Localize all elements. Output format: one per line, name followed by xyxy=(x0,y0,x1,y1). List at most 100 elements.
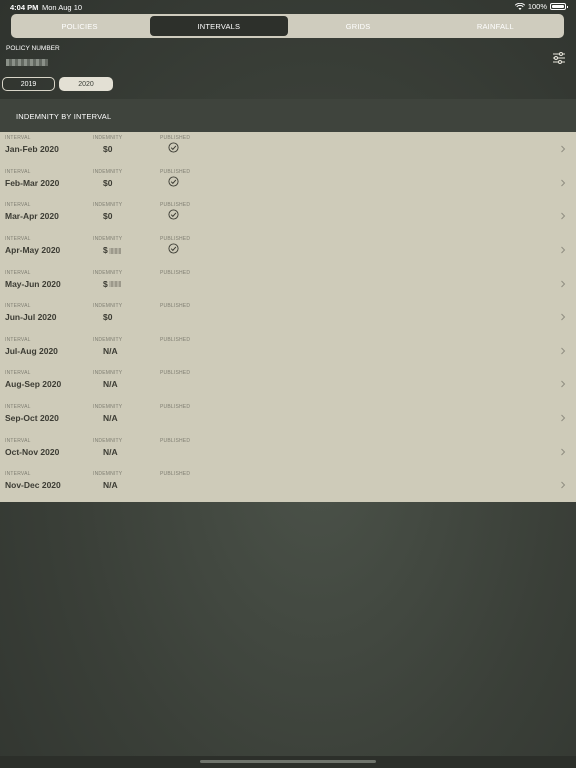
published-column-label: PUBLISHED xyxy=(160,404,191,410)
status-bar: 4:04 PM Mon Aug 10 100% xyxy=(0,0,576,14)
indemnity-amount: N/A xyxy=(103,345,118,356)
interval-column-label: INTERVAL xyxy=(5,168,31,175)
interval-value: Jul-Aug 2020 xyxy=(5,345,58,356)
indemnity-amount: $ xyxy=(103,278,108,289)
published-column-label: PUBLISHED xyxy=(160,370,191,377)
table-row[interactable]: INTERVAL INDEMNITY PUBLISHED Mar-Apr 2020 $0 xyxy=(0,199,576,233)
indemnity-column-label: INDEMNITY xyxy=(93,202,123,209)
indemnity-value: $ xyxy=(103,245,121,255)
table-row[interactable]: INTERVAL INDEMNITY PUBLISHED Aug-Sep 2020 N/… xyxy=(0,367,576,401)
published-column-label: PUBLISHED xyxy=(160,135,191,141)
indemnity-value: $0 xyxy=(103,144,112,154)
table-row[interactable]: INTERVAL INDEMNITY PUBLISHED Jul-Aug 2020 N/… xyxy=(0,334,576,368)
interval-column-label: INTERVAL xyxy=(5,303,31,310)
table-row[interactable]: INTERVAL INDEMNITY PUBLISHED Feb-Mar 2020 $0 xyxy=(0,166,576,200)
indemnity-value: $0 xyxy=(103,211,112,221)
indemnity-redacted xyxy=(108,247,121,254)
interval-column-label: INTERVAL xyxy=(5,404,31,410)
indemnity-column-label: INDEMNITY xyxy=(93,269,123,276)
tab-grids[interactable]: GRIDS xyxy=(290,14,427,38)
indemnity-value: $0 xyxy=(103,312,112,322)
indemnity-column-label: INDEMNITY xyxy=(93,235,123,242)
indemnity-value: $ xyxy=(103,279,121,289)
indemnity-amount: $0 xyxy=(103,312,113,323)
interval-value: Aug-Sep 2020 xyxy=(5,379,62,390)
indemnity-column-label: INDEMNITY xyxy=(93,168,123,175)
check-circle-icon xyxy=(168,142,179,155)
interval-value: Feb-Mar 2020 xyxy=(5,177,60,188)
year-button-2019[interactable]: 2019 xyxy=(2,77,55,91)
interval-column-label: INTERVAL xyxy=(5,135,31,141)
table-row[interactable]: INTERVAL INDEMNITY PUBLISHED Oct-Nov 2020 N/… xyxy=(0,435,576,469)
check-circle-icon xyxy=(168,243,179,256)
year-selector: 2019 2020 xyxy=(2,77,113,91)
section-header: INDEMNITY BY INTERVAL xyxy=(0,99,576,132)
published-column-label: PUBLISHED xyxy=(160,303,191,310)
published-column-label: PUBLISHED xyxy=(160,202,191,209)
main-tabs: POLICIES INTERVALS GRIDS RAINFALL xyxy=(11,14,564,38)
tab-intervals[interactable]: INTERVALS xyxy=(150,16,288,36)
interval-table: INTERVAL INDEMNITY PUBLISHED Jan-Feb 2020 $0… xyxy=(0,132,576,502)
table-row[interactable]: INTERVAL INDEMNITY PUBLISHED Apr-May 2020 $ xyxy=(0,233,576,267)
indemnity-redacted xyxy=(108,281,121,288)
indemnity-column-label: INDEMNITY xyxy=(93,370,123,377)
wifi-icon xyxy=(514,2,525,10)
interval-value: Apr-May 2020 xyxy=(5,244,61,255)
indemnity-column-label: INDEMNITY xyxy=(93,471,123,478)
interval-column-label: INTERVAL xyxy=(5,202,31,209)
interval-value: May-Jun 2020 xyxy=(5,278,61,289)
indemnity-amount: $0 xyxy=(103,211,113,222)
interval-value: Mar-Apr 2020 xyxy=(5,211,59,222)
indemnity-column-label: INDEMNITY xyxy=(93,303,123,310)
interval-value: Jun-Jul 2020 xyxy=(5,312,57,323)
published-column-label: PUBLISHED xyxy=(160,235,191,242)
interval-column-label: INTERVAL xyxy=(5,437,31,444)
interval-column-label: INTERVAL xyxy=(5,269,31,276)
battery-icon xyxy=(550,3,568,10)
indemnity-column-label: INDEMNITY xyxy=(93,437,123,444)
indemnity-column-label: INDEMNITY xyxy=(93,135,123,141)
indemnity-amount: $ xyxy=(103,244,108,255)
interval-value: Oct-Nov 2020 xyxy=(5,446,60,457)
interval-column-label: INTERVAL xyxy=(5,370,31,377)
interval-value: Sep-Oct 2020 xyxy=(5,413,59,423)
indemnity-amount: N/A xyxy=(103,413,118,423)
year-button-2020[interactable]: 2020 xyxy=(59,77,113,91)
published-column-label: PUBLISHED xyxy=(160,336,191,343)
tab-policies[interactable]: POLICIES xyxy=(11,14,148,38)
home-indicator xyxy=(200,760,376,763)
published-column-label: PUBLISHED xyxy=(160,269,191,276)
interval-value: Nov-Dec 2020 xyxy=(5,480,61,491)
sliders-icon[interactable] xyxy=(552,52,566,64)
policy-number-redacted xyxy=(6,59,48,66)
table-row[interactable]: INTERVAL INDEMNITY PUBLISHED Jun-Jul 2020 $0 xyxy=(0,300,576,334)
indemnity-value: N/A xyxy=(103,480,118,490)
indemnity-value: N/A xyxy=(103,447,118,457)
tab-rainfall[interactable]: RAINFALL xyxy=(427,14,564,38)
status-date: Mon Aug 10 xyxy=(42,3,83,12)
check-circle-icon xyxy=(168,176,179,189)
status-right: 100% xyxy=(514,2,568,11)
published-column-label: PUBLISHED xyxy=(160,471,191,478)
table-row[interactable]: INTERVAL INDEMNITY PUBLISHED May-Jun 2020 $ xyxy=(0,267,576,301)
table-row[interactable]: INTERVAL INDEMNITY PUBLISHED Sep-Oct 2020 N/… xyxy=(0,401,576,435)
indemnity-value: N/A xyxy=(103,379,118,389)
indemnity-amount: $0 xyxy=(103,177,113,188)
published-column-label: PUBLISHED xyxy=(160,437,191,444)
indemnity-value: N/A xyxy=(103,346,118,356)
indemnity-amount: N/A xyxy=(103,379,118,390)
indemnity-column-label: INDEMNITY xyxy=(93,336,123,343)
indemnity-amount: N/A xyxy=(103,480,118,491)
indemnity-amount: $0 xyxy=(103,144,113,154)
battery-percent: 100% xyxy=(527,2,547,11)
published-column-label: PUBLISHED xyxy=(160,168,191,175)
section-title: INDEMNITY BY INTERVAL xyxy=(16,112,112,121)
table-row[interactable]: INTERVAL INDEMNITY PUBLISHED Nov-Dec 2020 N/… xyxy=(0,468,576,502)
indemnity-amount: N/A xyxy=(103,446,118,457)
status-time: 4:04 PM xyxy=(10,3,39,12)
interval-column-label: INTERVAL xyxy=(5,235,31,242)
interval-column-label: INTERVAL xyxy=(5,336,31,343)
interval-value: Jan-Feb 2020 xyxy=(5,144,59,154)
table-row[interactable]: INTERVAL INDEMNITY PUBLISHED Jan-Feb 2020 $0 xyxy=(0,132,576,166)
indemnity-value: N/A xyxy=(103,413,118,423)
